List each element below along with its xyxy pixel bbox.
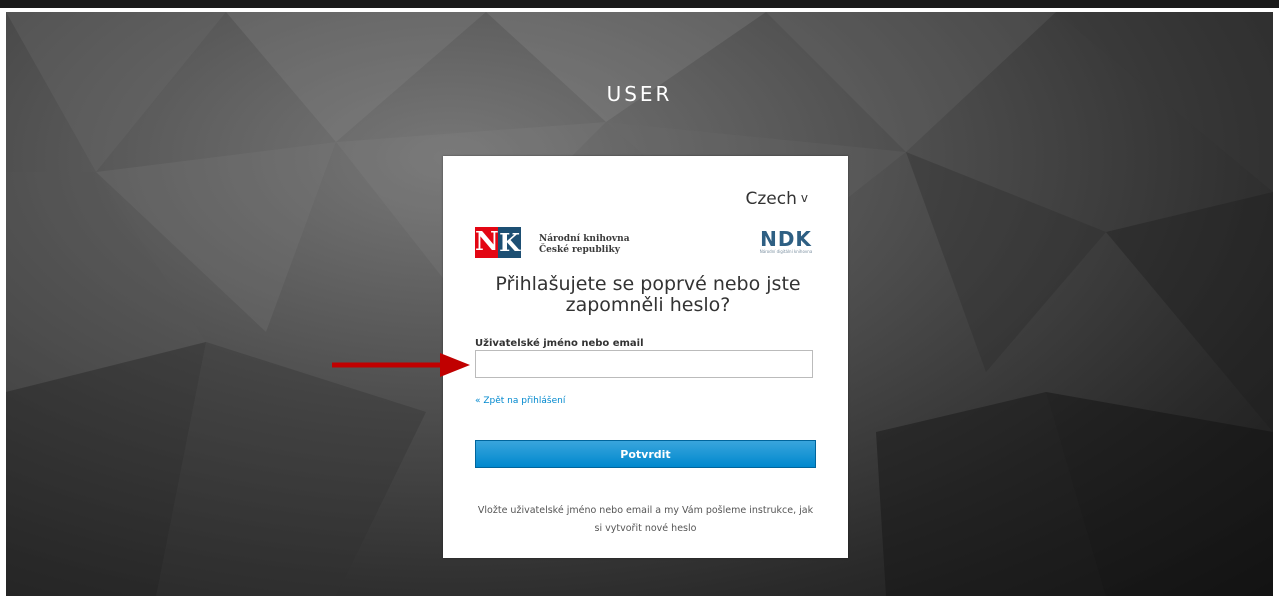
nk-name-line2: České republiky <box>539 245 620 255</box>
chevron-down-icon: v <box>800 191 808 205</box>
nk-name-line1: Národní knihovna <box>539 234 630 244</box>
language-label: Czech <box>745 189 797 209</box>
login-card: Czech v N K Národní knihovna České republ… <box>443 156 848 558</box>
nk-logo-text: Národní knihovna České republiky <box>539 234 630 256</box>
ndk-logo: NDK Národní digitální knihovna <box>757 229 815 255</box>
page-heading: Přihlašujete se poprvé nebo jste zapomně… <box>495 273 801 316</box>
ndk-logo-subtitle: Národní digitální knihovna <box>759 249 813 254</box>
nk-logo-n: N <box>475 227 499 258</box>
red-arrow-icon <box>332 353 470 377</box>
back-to-login-link[interactable]: « Zpět na přihlášení <box>475 396 565 406</box>
nk-logo-k: K <box>498 227 521 258</box>
username-label: Uživatelské jméno nebo email <box>475 338 644 349</box>
submit-button[interactable]: Potvrdit <box>475 440 816 468</box>
realm-title: USER <box>606 82 673 106</box>
top-bar <box>0 0 1279 8</box>
ndk-logo-mark: NDK <box>760 227 812 251</box>
info-text: Vložte uživatelské jméno nebo email a my… <box>477 505 814 534</box>
language-selector[interactable]: Czech v <box>746 189 808 209</box>
username-input[interactable] <box>475 350 813 378</box>
nk-logo: N K <box>475 227 521 258</box>
